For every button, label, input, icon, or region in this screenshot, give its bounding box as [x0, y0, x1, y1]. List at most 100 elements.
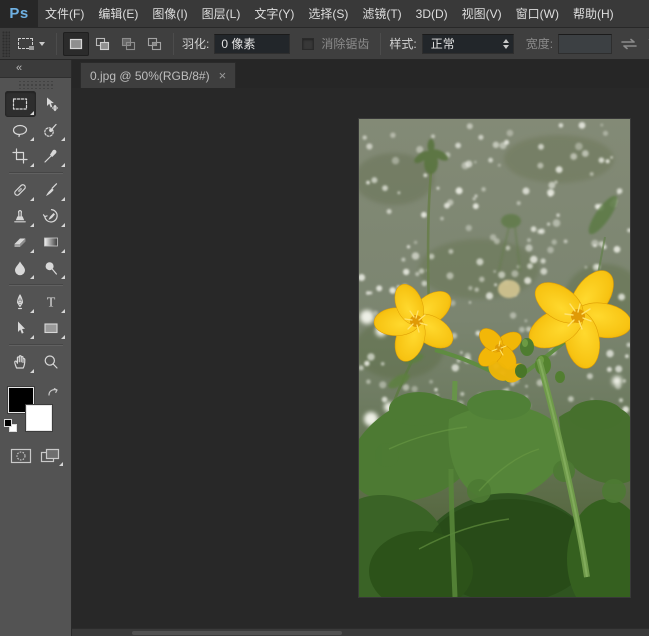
- tool-hand[interactable]: [5, 349, 36, 375]
- svg-text:T: T: [47, 296, 56, 311]
- tab-close-icon[interactable]: ×: [219, 69, 227, 82]
- swap-width-height-icon: [618, 37, 640, 51]
- separator: [56, 33, 57, 55]
- default-colors-icon[interactable]: [4, 419, 20, 435]
- canvas-image[interactable]: [359, 119, 630, 597]
- collapse-panel-icon[interactable]: «: [16, 62, 22, 74]
- menu-window[interactable]: 窗口(W): [509, 0, 566, 27]
- spinner-icon: [503, 39, 509, 49]
- menu-select[interactable]: 选择(S): [301, 0, 355, 27]
- tool-eyedropper[interactable]: [36, 143, 67, 169]
- lasso-icon: [11, 121, 29, 139]
- tool-rectangle-shape[interactable]: [36, 315, 67, 341]
- tool-gradient[interactable]: [36, 229, 67, 255]
- menu-image[interactable]: 图像(I): [145, 0, 194, 27]
- path-selection-icon: [11, 319, 29, 337]
- separator: [173, 33, 174, 55]
- tool-blur[interactable]: [5, 255, 36, 281]
- menu-bar: Ps 文件(F) 编辑(E) 图像(I) 图层(L) 文字(Y) 选择(S) 滤…: [0, 0, 649, 28]
- pen-icon: [11, 293, 29, 311]
- swap-colors-icon[interactable]: [46, 385, 60, 399]
- marquee-preset-icon: [18, 38, 33, 49]
- add-to-selection-button[interactable]: [89, 32, 115, 56]
- panel-grip[interactable]: [17, 81, 55, 89]
- menu-3d[interactable]: 3D(D): [409, 0, 455, 27]
- rectangle-shape-icon: [42, 319, 60, 337]
- style-select[interactable]: 正常: [422, 34, 514, 54]
- tool-group-separator: [9, 344, 63, 346]
- menu-type[interactable]: 文字(Y): [247, 0, 301, 27]
- tools-panel: «: [0, 60, 72, 636]
- add-to-selection-icon: [94, 37, 110, 51]
- eraser-icon: [11, 233, 29, 251]
- tool-move[interactable]: [36, 91, 67, 117]
- eyedropper-icon: [42, 147, 60, 165]
- background-color-swatch[interactable]: [26, 405, 52, 431]
- intersect-selection-button[interactable]: [141, 32, 167, 56]
- status-bar: [72, 628, 649, 636]
- tool-rectangular-marquee[interactable]: [5, 91, 36, 117]
- toolbar-bottom-buttons: [6, 445, 65, 467]
- blur-drop-icon: [11, 259, 29, 277]
- style-select-value: 正常: [431, 35, 455, 52]
- dodge-icon: [42, 259, 60, 277]
- move-icon: [42, 95, 60, 113]
- tool-lasso[interactable]: [5, 117, 36, 143]
- menu-help[interactable]: 帮助(H): [566, 0, 621, 27]
- tool-preset-button[interactable]: [13, 35, 50, 52]
- tool-dodge[interactable]: [36, 255, 67, 281]
- tool-spot-healing-brush[interactable]: [5, 177, 36, 203]
- type-tool-icon: T: [42, 293, 60, 311]
- quick-mask-button[interactable]: [7, 445, 35, 467]
- quick-selection-icon: [42, 121, 60, 139]
- new-selection-button[interactable]: [63, 32, 89, 56]
- options-bar-grip[interactable]: [2, 31, 10, 57]
- menu-view[interactable]: 视图(V): [455, 0, 509, 27]
- tool-quick-selection[interactable]: [36, 117, 67, 143]
- tool-history-brush[interactable]: [36, 203, 67, 229]
- tool-group-separator: [9, 172, 63, 174]
- spot-healing-brush-icon: [11, 181, 29, 199]
- crop-icon: [11, 147, 29, 165]
- menu-layer[interactable]: 图层(L): [195, 0, 248, 27]
- zoom-icon: [42, 353, 60, 371]
- subtract-from-selection-icon: [120, 37, 136, 51]
- feather-input[interactable]: 0 像素: [214, 34, 290, 54]
- tool-group-separator: [9, 284, 63, 286]
- style-label: 样式:: [389, 35, 416, 52]
- separator: [380, 33, 381, 55]
- tools-grid: T: [0, 91, 71, 375]
- options-bar: 羽化: 0 像素 消除锯齿 样式: 正常 宽度: 高度: [0, 28, 649, 60]
- quick-mask-icon: [9, 447, 33, 465]
- brush-icon: [42, 181, 60, 199]
- subtract-from-selection-button[interactable]: [115, 32, 141, 56]
- chevron-down-icon: [39, 42, 45, 46]
- tab-bar: 0.jpg @ 50%(RGB/8#) ×: [72, 60, 649, 88]
- clone-stamp-icon: [11, 207, 29, 225]
- screen-mode-button[interactable]: [36, 445, 64, 467]
- document-tab[interactable]: 0.jpg @ 50%(RGB/8#) ×: [80, 62, 236, 88]
- feather-label: 羽化:: [182, 35, 209, 52]
- antialias-label: 消除锯齿: [321, 35, 369, 52]
- tool-crop[interactable]: [5, 143, 36, 169]
- photoshop-logo: Ps: [0, 0, 38, 27]
- menu-file[interactable]: 文件(F): [38, 0, 91, 27]
- antialias-checkbox[interactable]: [302, 38, 314, 50]
- tool-pen[interactable]: [5, 289, 36, 315]
- tool-brush[interactable]: [36, 177, 67, 203]
- hand-icon: [11, 353, 29, 371]
- tool-eraser[interactable]: [5, 229, 36, 255]
- tool-path-selection[interactable]: [5, 315, 36, 341]
- tool-clone-stamp[interactable]: [5, 203, 36, 229]
- menu-filter[interactable]: 滤镜(T): [355, 0, 408, 27]
- tools-panel-header: «: [0, 60, 71, 78]
- gradient-icon: [42, 233, 60, 251]
- tool-horizontal-type[interactable]: T: [36, 289, 67, 315]
- width-input: [558, 34, 612, 54]
- document-area: 0.jpg @ 50%(RGB/8#) ×: [72, 60, 649, 636]
- menu-edit[interactable]: 编辑(E): [91, 0, 145, 27]
- tool-zoom[interactable]: [36, 349, 67, 375]
- document-tab-title: 0.jpg @ 50%(RGB/8#): [90, 69, 210, 83]
- horizontal-scrollbar-thumb[interactable]: [132, 631, 342, 635]
- menu-items: 文件(F) 编辑(E) 图像(I) 图层(L) 文字(Y) 选择(S) 滤镜(T…: [38, 0, 621, 27]
